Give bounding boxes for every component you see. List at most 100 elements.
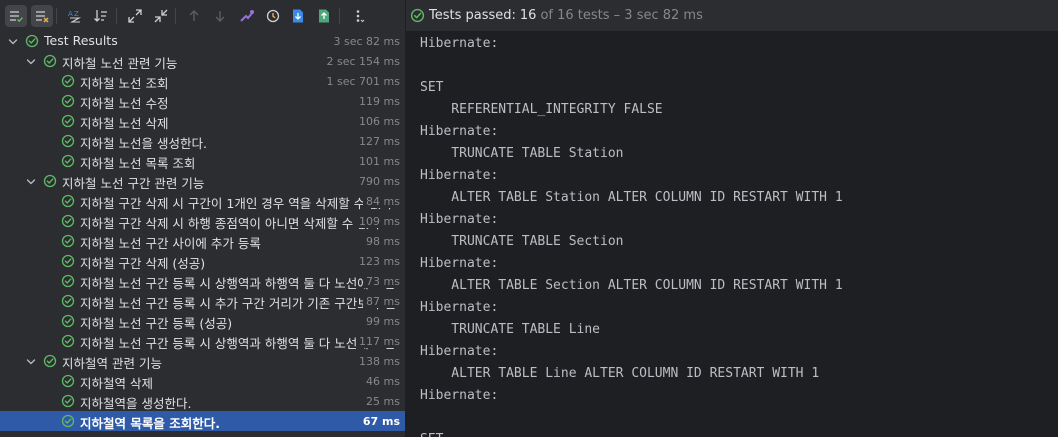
toolbar-separator: [175, 8, 176, 24]
test-duration: 119 ms: [356, 95, 400, 108]
console-line: ALTER TABLE Section ALTER COLUMN ID REST…: [420, 278, 843, 293]
test-case-row[interactable]: 지하철역을 생성한다. 25 ms: [0, 391, 405, 411]
test-name: 지하철 구간 삭제 (성공): [80, 256, 206, 271]
passed-check-icon: [61, 394, 75, 408]
expand-all-button[interactable]: [124, 5, 146, 27]
test-name: 지하철 노선 삭제: [80, 116, 169, 131]
previous-failed-button[interactable]: [183, 5, 205, 27]
test-duration: 98 ms: [363, 235, 400, 248]
console-panel: Tests passed: 16 of 16 tests – 3 sec 82 …: [406, 0, 1058, 437]
passed-check-icon: [61, 134, 75, 148]
test-suite-row[interactable]: 지하철 노선 관련 기능 2 sec 154 ms: [0, 51, 405, 71]
test-case-row[interactable]: 지하철 노선 수정 119 ms: [0, 91, 405, 111]
svg-text:Z: Z: [74, 10, 79, 18]
clock-history-icon: [265, 8, 281, 24]
import-tests-button[interactable]: [287, 5, 309, 27]
expand-all-icon: [127, 8, 143, 24]
test-name: 지하철 노선 구간 관련 기능: [62, 176, 205, 191]
test-name: 지하철 구간 삭제 시 구간이 1개인 경우 역을 삭제할 수 없다: [80, 196, 393, 211]
test-history-button[interactable]: [236, 5, 258, 27]
test-case-row[interactable]: 지하철 구간 삭제 (성공) 123 ms: [0, 251, 405, 271]
show-ignored-button[interactable]: [31, 5, 53, 27]
chevron-down-icon[interactable]: [26, 176, 36, 186]
tree-root[interactable]: Test Results 3 sec 82 ms: [0, 31, 405, 51]
export-tests-button[interactable]: [313, 5, 335, 27]
console-line: Hibernate:: [420, 388, 499, 403]
toolbar-separator: [56, 8, 57, 24]
test-case-row[interactable]: 지하철 노선 구간 등록 시 추가 구간 거리가 기존 구간보다 길면 실패87…: [0, 291, 405, 311]
test-suite-row[interactable]: 지하철 노선 구간 관련 기능 790 ms: [0, 171, 405, 191]
toolbar-separator: [339, 8, 340, 24]
console-output[interactable]: Hibernate: SET REFERENTIAL_INTEGRITY FALS…: [420, 33, 1050, 437]
collapse-all-button[interactable]: [150, 5, 172, 27]
test-duration: 99 ms: [363, 315, 400, 328]
sort-alphabetically-button[interactable]: AZ: [64, 5, 86, 27]
test-case-row[interactable]: 지하철 구간 삭제 시 구간이 1개인 경우 역을 삭제할 수 없다 84 ms: [0, 191, 405, 211]
test-case-row[interactable]: 지하철 노선 구간 등록 시 상행역과 하행역 둘 다 노선에 포함되어 있으면…: [0, 271, 405, 291]
test-name: 지하철역 목록을 조회한다.: [80, 416, 220, 431]
test-name: 지하철역 삭제: [80, 376, 153, 391]
chevron-down-icon[interactable]: [8, 36, 18, 46]
clock-history-button[interactable]: [262, 5, 284, 27]
chevron-down-icon[interactable]: [26, 356, 36, 366]
console-line: ALTER TABLE Line ALTER COLUMN ID RESTART…: [420, 366, 820, 381]
toolbar-separator: [116, 8, 117, 24]
test-name: 지하철 노선 목록 조회: [80, 156, 196, 171]
console-line: TRUNCATE TABLE Section: [420, 234, 624, 249]
test-case-row[interactable]: 지하철 노선 목록 조회 101 ms: [0, 151, 405, 171]
test-duration: 84 ms: [363, 195, 400, 208]
console-line: Hibernate:: [420, 36, 499, 51]
console-line: TRUNCATE TABLE Station: [420, 146, 624, 161]
show-passed-icon: [8, 8, 24, 24]
more-options-icon: [350, 8, 366, 24]
test-case-row[interactable]: 지하철 노선 삭제 106 ms: [0, 111, 405, 131]
passed-check-icon: [61, 274, 75, 288]
chevron-down-icon[interactable]: [26, 56, 36, 66]
show-passed-button[interactable]: [5, 5, 27, 27]
passed-check-icon: [61, 234, 75, 248]
test-results-tree: Test Results 3 sec 82 ms 지하철 노선 관련 기능 2 sec…: [0, 31, 405, 431]
passed-check-icon: [61, 294, 75, 308]
test-case-row[interactable]: 지하철 노선 구간 등록 시 상행역과 하행역 둘 다 노선에 포함되지 않으면…: [0, 331, 405, 351]
test-name: 지하철역을 생성한다.: [80, 396, 192, 411]
passed-check-icon: [410, 8, 425, 23]
test-duration: 109 ms: [356, 215, 400, 228]
passed-check-icon: [61, 214, 75, 228]
passed-check-icon: [61, 414, 75, 428]
console-line: Hibernate:: [420, 124, 499, 139]
passed-check-icon: [61, 74, 75, 88]
test-case-row[interactable]: 지하철 노선 구간 사이에 추가 등록 98 ms: [0, 231, 405, 251]
next-failed-icon: [212, 8, 228, 24]
test-duration: 117 ms: [356, 335, 400, 348]
test-case-row[interactable]: 지하철 노선을 생성한다. 127 ms: [0, 131, 405, 151]
status-summary: of 16 tests – 3 sec 82 ms: [540, 8, 703, 23]
test-case-row[interactable]: 지하철 노선 구간 등록 (성공) 99 ms: [0, 311, 405, 331]
test-case-row[interactable]: 지하철 구간 삭제 시 하행 종점역이 아니면 삭제할 수 없다 109 ms: [0, 211, 405, 231]
passed-check-icon: [61, 194, 75, 208]
next-failed-button[interactable]: [209, 5, 231, 27]
passed-check-icon: [61, 94, 75, 108]
test-name: 지하철 노선 구간 등록 시 상행역과 하행역 둘 다 노선에 포함되지 않으면…: [80, 336, 395, 351]
test-case-row[interactable]: 지하철역 삭제 46 ms: [0, 371, 405, 391]
test-case-row[interactable]: 지하철역 목록을 조회한다. 67 ms: [0, 411, 405, 431]
sort-by-duration-button[interactable]: [90, 5, 112, 27]
test-name: 지하철 노선 구간 등록 시 추가 구간 거리가 기존 구간보다 길면 실패: [80, 296, 395, 311]
test-status-bar: Tests passed: 16 of 16 tests – 3 sec 82 …: [406, 0, 1058, 31]
passed-check-icon: [43, 54, 57, 68]
passed-check-icon: [61, 374, 75, 388]
test-runner-panel: AZ Test Results 3 sec 82 ms 지하철 노선 관련 기능 2 …: [0, 0, 405, 437]
test-history-icon: [239, 8, 255, 24]
export-tests-icon: [316, 8, 332, 24]
test-duration: 3 sec 82 ms: [330, 35, 400, 48]
test-case-row[interactable]: 지하철 노선 조회 1 sec 701 ms: [0, 71, 405, 91]
passed-check-icon: [61, 334, 75, 348]
test-duration: 127 ms: [356, 135, 400, 148]
test-name: 지하철 노선 수정: [80, 96, 169, 111]
passed-check-icon: [61, 154, 75, 168]
status-label: Tests passed:: [429, 8, 516, 23]
test-suite-row[interactable]: 지하철역 관련 기능 138 ms: [0, 351, 405, 371]
passed-check-icon: [43, 174, 57, 188]
console-line: REFERENTIAL_INTEGRITY FALSE: [420, 102, 663, 117]
more-options-button[interactable]: [347, 5, 369, 27]
